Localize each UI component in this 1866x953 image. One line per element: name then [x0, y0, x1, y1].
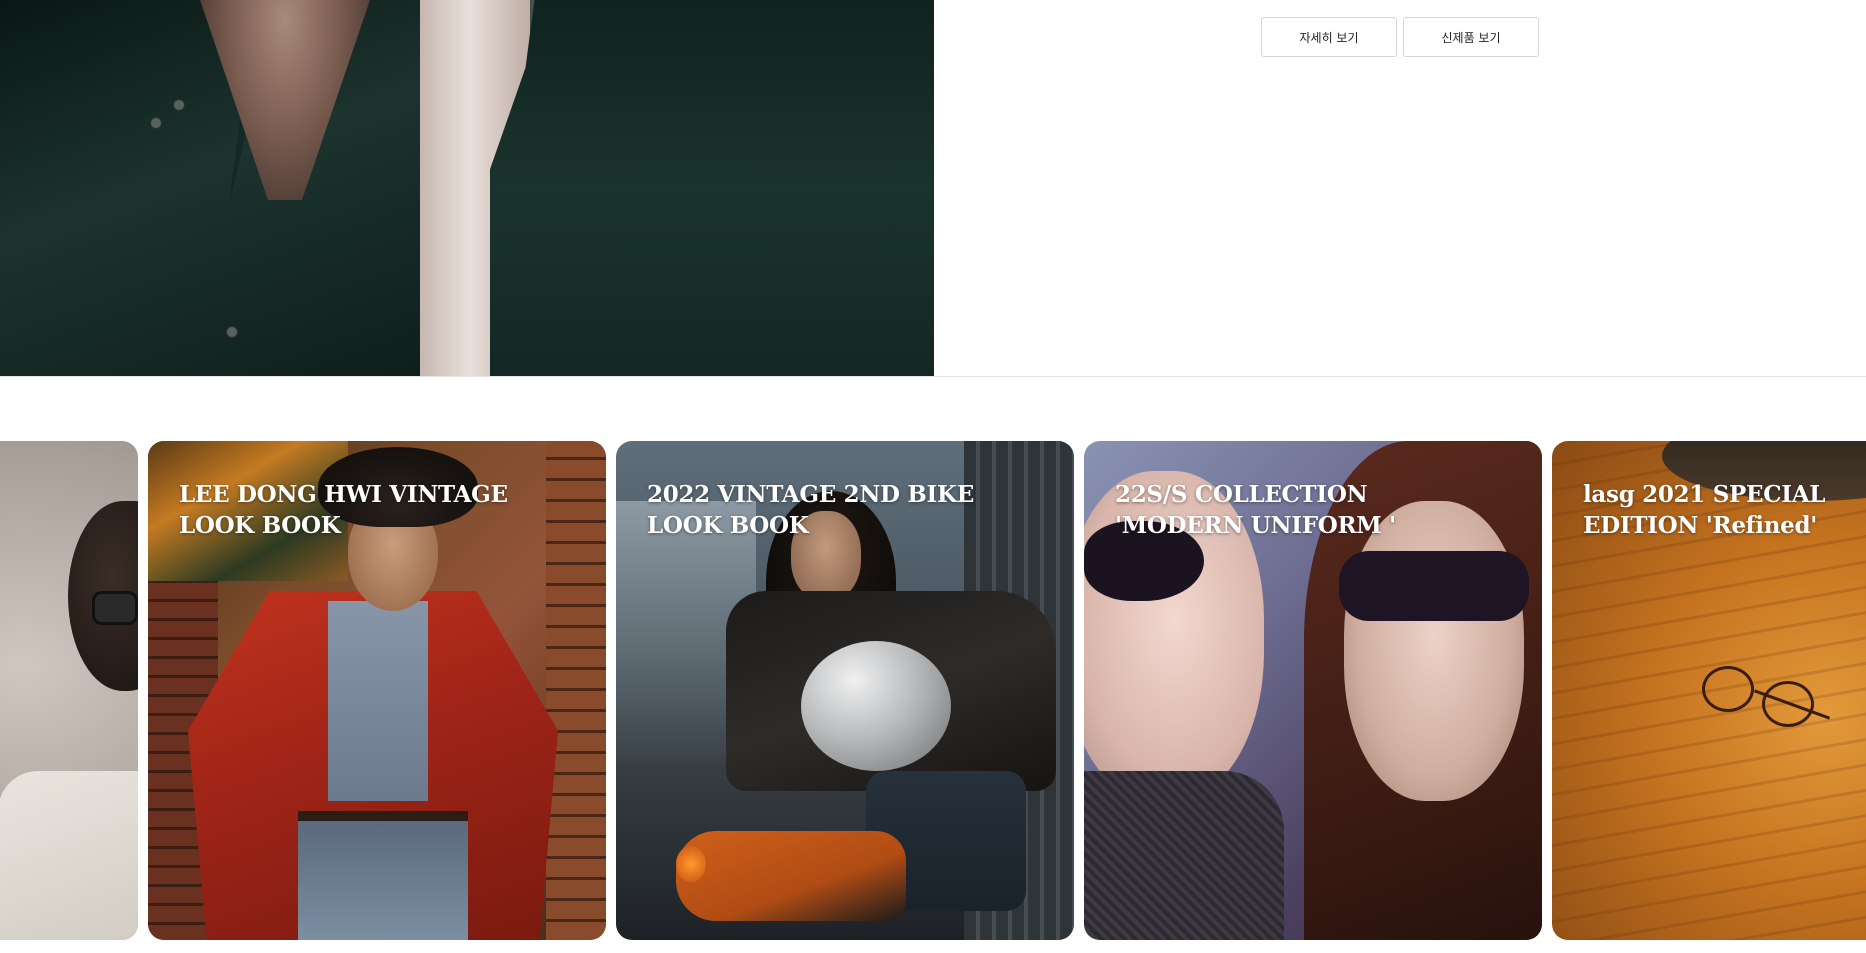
lookbook-card-title: lasg 2021 SPECIAL EDITION 'Refined' [1583, 481, 1826, 539]
card-image-motorcycle [676, 831, 906, 921]
shirt-button [226, 326, 238, 338]
card-image-sweater [1084, 771, 1284, 940]
lookbook-card[interactable]: LEE DONG HWI VINTAGE LOOK BOOK [148, 441, 606, 940]
card-image-bricks [546, 441, 606, 940]
card-image-lamp [676, 846, 706, 882]
hero-image [0, 0, 934, 376]
card-image-helmet [801, 641, 951, 771]
shirt-button [173, 99, 185, 111]
lookbook-card[interactable]: 22S/S COLLECTION 'MODERN UNIFORM ' [1084, 441, 1542, 940]
card-image-shirt [0, 771, 138, 940]
card-image-jeans [298, 821, 468, 940]
hero-section: 자세히 보기 신제품 보기 [0, 0, 1866, 377]
lookbook-card[interactable]: lasg 2021 SPECIAL EDITION 'Refined' [1552, 441, 1866, 940]
card-image-glasses [1702, 666, 1754, 712]
model-dress [490, 0, 934, 376]
shirt-button [150, 117, 162, 129]
new-products-button[interactable]: 신제품 보기 [1403, 17, 1539, 57]
page: 자세히 보기 신제품 보기 LEE DONG HWI VINTAGE LOOK … [0, 0, 1866, 953]
lookbook-carousel: LEE DONG HWI VINTAGE LOOK BOOK 2022 VINT… [0, 441, 1866, 940]
lookbook-card[interactable]: 2022 VINTAGE 2ND BIKE LOOK BOOK [616, 441, 1074, 940]
lookbook-card-title: 22S/S COLLECTION 'MODERN UNIFORM ' [1115, 481, 1396, 539]
lookbook-card-title: LEE DONG HWI VINTAGE LOOK BOOK [179, 481, 508, 539]
hero-button-group: 자세히 보기 신제품 보기 [1261, 17, 1539, 57]
card-image-glasses [92, 591, 138, 625]
details-button[interactable]: 자세히 보기 [1261, 17, 1397, 57]
card-image-sunglasses [1339, 551, 1529, 621]
lookbook-card[interactable] [0, 441, 138, 940]
card-image-shirt [328, 601, 428, 801]
lookbook-card-title: 2022 VINTAGE 2ND BIKE LOOK BOOK [647, 481, 974, 539]
card-image-face [1344, 501, 1524, 801]
